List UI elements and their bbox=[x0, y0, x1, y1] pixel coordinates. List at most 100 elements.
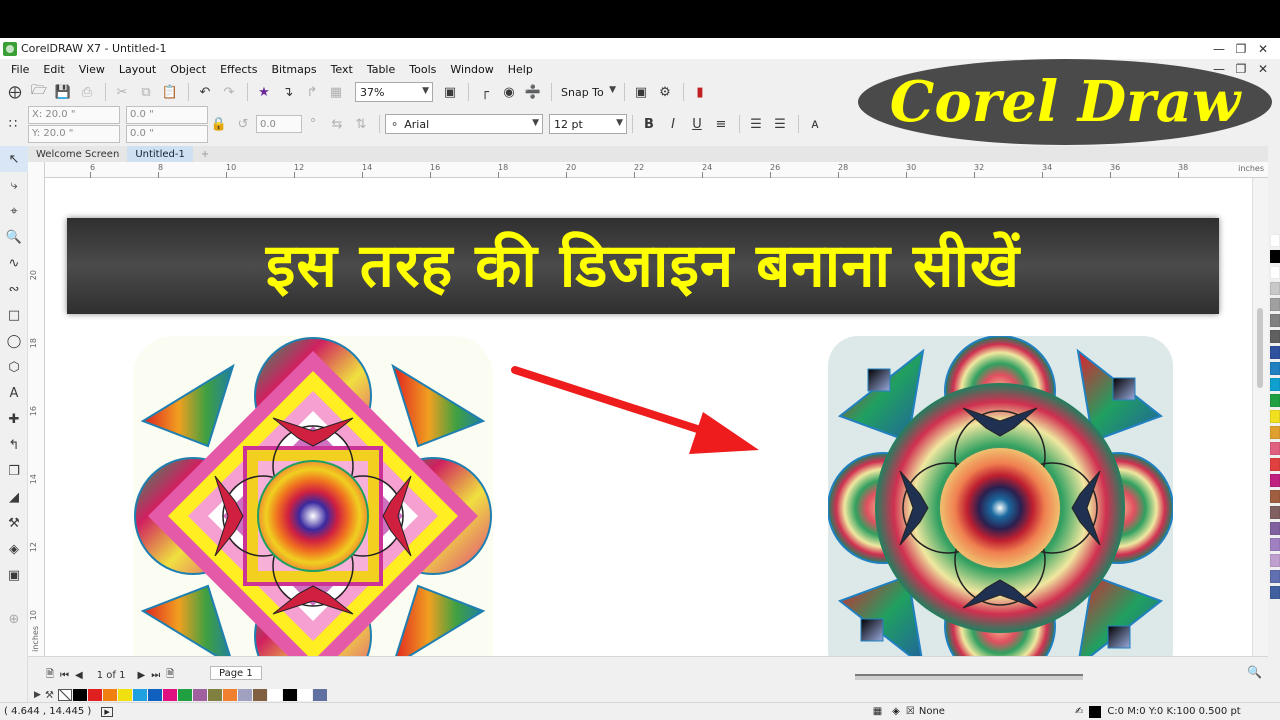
color-eyedropper-tool-icon[interactable]: ⚒ bbox=[0, 510, 28, 536]
save-icon[interactable]: 💾 bbox=[52, 82, 74, 102]
menu-help[interactable]: Help bbox=[501, 63, 540, 76]
color-swatch[interactable] bbox=[1270, 426, 1280, 439]
document-color-swatch[interactable] bbox=[252, 689, 267, 701]
close-button[interactable]: ✕ bbox=[1252, 38, 1274, 59]
color-swatch[interactable] bbox=[1270, 554, 1280, 567]
document-color-swatch[interactable] bbox=[312, 689, 327, 701]
interactive-fill-tool-icon[interactable]: ◈ bbox=[0, 536, 28, 562]
restore-button[interactable]: ❐ bbox=[1230, 38, 1252, 59]
menu-text[interactable]: Text bbox=[324, 63, 360, 76]
freehand-tool-icon[interactable]: ∿ bbox=[0, 250, 28, 276]
text-align-icon[interactable]: ≡ bbox=[710, 114, 732, 134]
document-color-swatch[interactable] bbox=[147, 689, 162, 701]
font-size-combo[interactable]: 12 pt ▼ bbox=[549, 114, 627, 134]
document-color-swatch[interactable] bbox=[102, 689, 117, 701]
menu-effects[interactable]: Effects bbox=[213, 63, 264, 76]
color-swatch[interactable] bbox=[1270, 394, 1280, 407]
angle-field[interactable]: 0.0 bbox=[256, 115, 302, 133]
add-page-after-icon[interactable]: 🗎 bbox=[166, 667, 174, 684]
crop-tool-icon[interactable]: ⌖ bbox=[0, 198, 28, 224]
transparency-tool-icon[interactable]: ◢ bbox=[0, 484, 28, 510]
color-swatch[interactable] bbox=[1270, 346, 1280, 359]
open-folder-icon[interactable]: 🗁 bbox=[28, 82, 50, 102]
underline-icon[interactable]: U bbox=[686, 114, 708, 134]
document-color-swatch[interactable] bbox=[177, 689, 192, 701]
color-swatch[interactable] bbox=[1270, 490, 1280, 503]
eyedropper-icon[interactable]: ⚒ bbox=[45, 690, 54, 701]
application-launcher-icon[interactable]: ▮ bbox=[689, 82, 711, 102]
object-origin-icon[interactable]: ∷ bbox=[2, 114, 24, 134]
document-color-swatch[interactable] bbox=[222, 689, 237, 701]
color-swatch[interactable] bbox=[1270, 522, 1280, 535]
color-swatch[interactable] bbox=[1270, 474, 1280, 487]
document-color-swatch[interactable] bbox=[297, 689, 312, 701]
document-color-swatch[interactable] bbox=[132, 689, 147, 701]
full-screen-icon[interactable]: ▣ bbox=[439, 82, 461, 102]
y-position-field[interactable]: Y: 20.0 " bbox=[28, 124, 120, 143]
menu-view[interactable]: View bbox=[72, 63, 112, 76]
bold-icon[interactable]: B bbox=[638, 114, 660, 134]
drawing-canvas[interactable]: इस तरह की डिजाइन बनाना सीखें bbox=[45, 178, 1252, 656]
bullet-list-icon[interactable]: ☰ bbox=[745, 114, 767, 134]
mandala-right[interactable] bbox=[828, 336, 1173, 656]
red-arrow[interactable] bbox=[507, 358, 767, 458]
horizontal-scrollbar[interactable] bbox=[855, 674, 1083, 680]
zoom-tool-icon[interactable]: 🔍 bbox=[0, 224, 28, 250]
page-1-tab[interactable]: Page 1 bbox=[210, 666, 262, 680]
last-page-icon[interactable]: ⏭ bbox=[151, 670, 160, 681]
height-field[interactable]: 0.0 " bbox=[126, 124, 208, 143]
document-color-swatch[interactable] bbox=[192, 689, 207, 701]
next-page-icon[interactable]: ▶ bbox=[137, 670, 145, 681]
vertical-scroll-thumb[interactable] bbox=[1257, 308, 1263, 388]
add-page-before-icon[interactable]: 🗎 bbox=[46, 667, 54, 684]
text-tool-icon[interactable]: A bbox=[0, 380, 28, 406]
color-swatch[interactable] bbox=[1270, 362, 1280, 375]
vertical-ruler[interactable]: inches 20 18 16 14 12 10 bbox=[28, 162, 45, 656]
document-color-swatch[interactable] bbox=[72, 689, 87, 701]
parallel-dimension-tool-icon[interactable]: ✚ bbox=[0, 406, 28, 432]
zoom-level-combo[interactable]: 37% ▼ bbox=[355, 82, 433, 102]
text-properties-icon[interactable]: ᴀ bbox=[804, 114, 826, 134]
show-grid-icon[interactable]: ◉ bbox=[498, 82, 520, 102]
undo-icon[interactable]: ↶ bbox=[194, 82, 216, 102]
color-swatch[interactable] bbox=[1270, 298, 1280, 311]
redo-icon[interactable]: ↷ bbox=[218, 82, 240, 102]
color-swatch[interactable] bbox=[1270, 586, 1280, 599]
mirror-vertical-icon[interactable]: ⇅ bbox=[350, 114, 372, 134]
document-color-swatch[interactable] bbox=[162, 689, 177, 701]
minimize-button[interactable]: — bbox=[1208, 38, 1230, 59]
menu-bitmaps[interactable]: Bitmaps bbox=[264, 63, 323, 76]
new-document-icon[interactable]: ⨁ bbox=[4, 82, 26, 102]
width-field[interactable]: 0.0 " bbox=[126, 105, 208, 124]
menu-file[interactable]: File bbox=[4, 63, 36, 76]
doc-close-button[interactable]: ✕ bbox=[1252, 60, 1274, 78]
cut-icon[interactable]: ✂ bbox=[111, 82, 133, 102]
document-color-swatch[interactable] bbox=[207, 689, 222, 701]
color-swatch[interactable] bbox=[1270, 442, 1280, 455]
color-swatch[interactable] bbox=[1270, 282, 1280, 295]
prev-page-icon[interactable]: ◀ bbox=[75, 670, 83, 681]
tab-untitled-1[interactable]: Untitled-1 bbox=[127, 146, 193, 162]
rectangle-tool-icon[interactable]: □ bbox=[0, 302, 28, 328]
color-swatch[interactable] bbox=[1270, 330, 1280, 343]
color-swatch[interactable] bbox=[1270, 314, 1280, 327]
horizontal-ruler[interactable]: inches 6 8 10 12 14 16 18 20 22 24 26 28 30 32 34 36 38 bbox=[45, 162, 1268, 178]
add-tool-icon[interactable]: ⊕ bbox=[0, 606, 28, 632]
no-color-swatch[interactable] bbox=[57, 689, 72, 701]
menu-table[interactable]: Table bbox=[360, 63, 402, 76]
menu-edit[interactable]: Edit bbox=[36, 63, 71, 76]
font-list-combo[interactable]: ⚬ Arial ▼ bbox=[385, 114, 543, 134]
title-banner[interactable]: इस तरह की डिजाइन बनाना सीखें bbox=[67, 218, 1219, 314]
document-color-swatch[interactable] bbox=[117, 689, 132, 701]
search-content-icon[interactable]: ★ bbox=[253, 82, 275, 102]
first-page-icon[interactable]: ⏮ bbox=[60, 670, 69, 681]
play-icon[interactable]: ▶ bbox=[101, 706, 113, 717]
paste-icon[interactable]: 📋 bbox=[159, 82, 181, 102]
ellipse-tool-icon[interactable]: ◯ bbox=[0, 328, 28, 354]
color-swatch[interactable] bbox=[1270, 538, 1280, 551]
italic-icon[interactable]: I bbox=[662, 114, 684, 134]
vertical-scrollbar[interactable] bbox=[1252, 178, 1268, 656]
show-guidelines-icon[interactable]: ➗ bbox=[522, 82, 544, 102]
menu-object[interactable]: Object bbox=[163, 63, 213, 76]
shape-tool-icon[interactable]: ⤷ bbox=[0, 172, 28, 198]
